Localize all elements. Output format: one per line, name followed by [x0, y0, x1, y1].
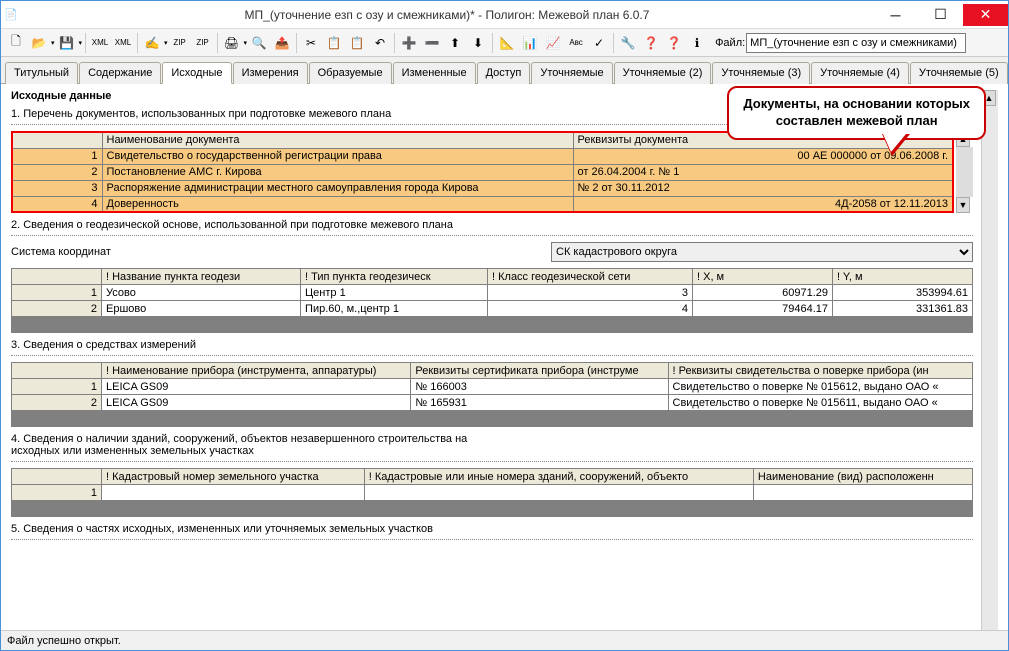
- table-row: 1: [12, 485, 973, 501]
- rowup-icon[interactable]: ⬆: [444, 32, 466, 54]
- coord-select[interactable]: СК кадастрового округа: [551, 242, 973, 262]
- settings-icon[interactable]: 🔧: [617, 32, 639, 54]
- content-area: Документы, на основании которых составле…: [1, 84, 1008, 630]
- tabs-bar: Титульный Содержание Исходные Измерения …: [1, 57, 1008, 84]
- tool3-icon[interactable]: 📈: [542, 32, 564, 54]
- xml2-icon[interactable]: XML: [112, 32, 134, 54]
- toolbar: 🗋 📂 ▾ 💾 ▾ XML XML ✍ ▾ ZIP ZIP 🖨 ▾ 🔍 📤 ✂ …: [1, 29, 1008, 57]
- sec4-label: 4. Сведения о наличии зданий, сооружений…: [11, 433, 973, 457]
- tab-utoch2[interactable]: Уточняемые (2): [614, 62, 712, 84]
- sec5-label: 5. Сведения о частях исходных, измененны…: [11, 523, 973, 535]
- tab-utoch5[interactable]: Уточняемые (5): [910, 62, 1008, 84]
- table-row: 1LEICA GS09№ 166003Свидетельство о повер…: [12, 379, 973, 395]
- open-icon[interactable]: 📂: [28, 32, 50, 54]
- help-icon[interactable]: ❓: [640, 32, 662, 54]
- titlebar: 📄 МП_(уточнение езп с озу и смежниками)*…: [1, 1, 1008, 29]
- preview-icon[interactable]: 🔍: [248, 32, 270, 54]
- status-text: Файл успешно открыт.: [7, 635, 121, 647]
- undo-icon[interactable]: ↶: [369, 32, 391, 54]
- statusbar: Файл успешно открыт.: [1, 630, 1008, 650]
- rowdown-icon[interactable]: ⬇: [467, 32, 489, 54]
- delrow-icon[interactable]: ➖: [421, 32, 443, 54]
- sec2-label: 2. Сведения о геодезической основе, испо…: [11, 219, 973, 231]
- tab-titulny[interactable]: Титульный: [5, 62, 78, 84]
- zip-icon[interactable]: ZIP: [169, 32, 191, 54]
- tab-obrazuemye[interactable]: Образуемые: [309, 62, 392, 84]
- table-documents[interactable]: Наименование документаРеквизиты документ…: [11, 131, 954, 213]
- maximize-button[interactable]: ☐: [918, 4, 963, 26]
- print-icon[interactable]: 🖨: [221, 32, 243, 54]
- whatsthis-icon[interactable]: ❓: [663, 32, 685, 54]
- tab-dostup[interactable]: Доступ: [477, 62, 531, 84]
- callout-box: Документы, на основании которых составле…: [727, 86, 986, 140]
- check-icon[interactable]: ✓: [588, 32, 610, 54]
- export-icon[interactable]: 📤: [271, 32, 293, 54]
- window-title: МП_(уточнение езп с озу и смежниками)* -…: [21, 8, 873, 22]
- coord-label: Система координат: [11, 246, 551, 258]
- minimize-button[interactable]: ─: [873, 4, 918, 26]
- table-row: 3Распоряжение администрации местного сам…: [12, 180, 953, 196]
- table-buildings[interactable]: ! Кадастровый номер земельного участка! …: [11, 468, 973, 501]
- table-row: 2ЕршовоПир.60, м.,центр 1479464.17331361…: [12, 301, 973, 317]
- abc-icon[interactable]: Авс: [565, 32, 587, 54]
- copy-icon[interactable]: 📋: [323, 32, 345, 54]
- paste-icon[interactable]: 📋: [346, 32, 368, 54]
- table-row: 1УсовоЦентр 1360971.29353994.61: [12, 285, 973, 301]
- table-geodesy[interactable]: ! Название пункта геодези! Тип пункта ге…: [11, 268, 973, 317]
- tab-utoch4[interactable]: Уточняемые (4): [811, 62, 909, 84]
- app-icon: 📄: [1, 8, 21, 21]
- table-row: 1Свидетельство о государственной регистр…: [12, 148, 953, 164]
- about-icon[interactable]: ℹ: [686, 32, 708, 54]
- tab-soderzhanie[interactable]: Содержание: [79, 62, 161, 84]
- table-row: 2Постановление АМС г. Кироваот 26.04.200…: [12, 164, 953, 180]
- app-window: 📄 МП_(уточнение езп с озу и смежниками)*…: [0, 0, 1009, 651]
- addrow-icon[interactable]: ➕: [398, 32, 420, 54]
- tab-ishodnye[interactable]: Исходные: [162, 62, 231, 84]
- cut-icon[interactable]: ✂: [300, 32, 322, 54]
- new-icon[interactable]: 🗋: [5, 32, 27, 54]
- tool2-icon[interactable]: 📊: [519, 32, 541, 54]
- tab-utoch[interactable]: Уточняемые: [531, 62, 612, 84]
- tab-utoch3[interactable]: Уточняемые (3): [712, 62, 810, 84]
- table-instruments[interactable]: ! Наименование прибора (инструмента, апп…: [11, 362, 973, 411]
- file-input[interactable]: [746, 33, 966, 53]
- sign-icon[interactable]: ✍: [141, 32, 163, 54]
- vertical-scrollbar[interactable]: ▲: [981, 90, 998, 630]
- save-icon[interactable]: 💾: [56, 32, 78, 54]
- tool1-icon[interactable]: 📐: [496, 32, 518, 54]
- xml-icon[interactable]: XML: [89, 32, 111, 54]
- table-row: 2LEICA GS09№ 165931Свидетельство о повер…: [12, 395, 973, 411]
- close-button[interactable]: ✕: [963, 4, 1008, 26]
- file-label: Файл:: [715, 37, 745, 49]
- table-row: 4Доверенность4Д-2058 от 12.11.2013: [12, 196, 953, 212]
- zip2-icon[interactable]: ZIP: [192, 32, 214, 54]
- tab-izmenennye[interactable]: Измененные: [393, 62, 476, 84]
- sec3-label: 3. Сведения о средствах измерений: [11, 339, 973, 351]
- tab-izmereniya[interactable]: Измерения: [233, 62, 308, 84]
- scroll-down-icon[interactable]: ▼: [956, 197, 970, 213]
